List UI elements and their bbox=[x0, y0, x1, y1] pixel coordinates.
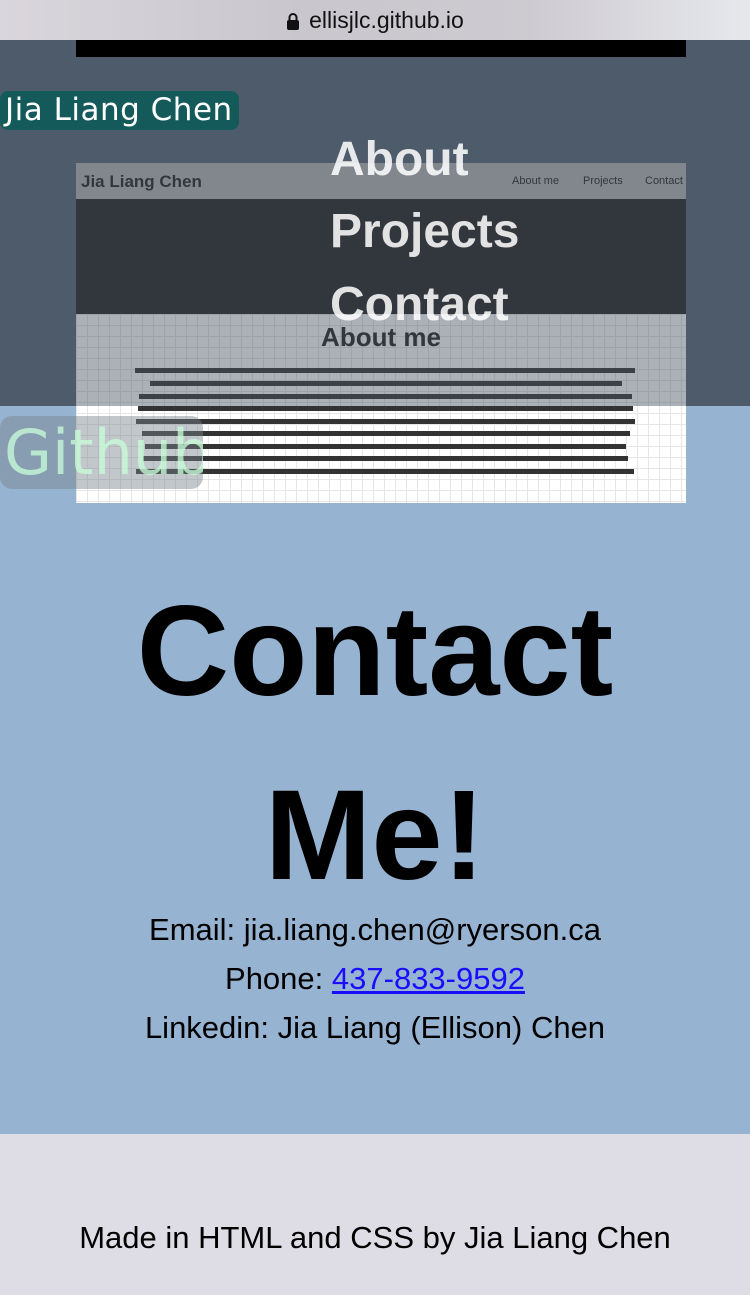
contact-info: Email: jia.liang.chen@ryerson.ca Phone: … bbox=[0, 905, 750, 1052]
preview-text-line bbox=[145, 444, 626, 449]
github-button[interactable]: Github bbox=[0, 416, 203, 489]
preview-text-line bbox=[143, 456, 628, 461]
linkedin-label: Linkedin: bbox=[144, 1010, 270, 1045]
phone-link[interactable]: 437-833-9592 bbox=[332, 961, 525, 996]
phone-label: Phone: bbox=[225, 961, 324, 996]
preview-text-line bbox=[142, 431, 630, 436]
contact-heading-line2: Me! bbox=[264, 764, 486, 907]
lock-icon bbox=[287, 12, 300, 30]
address-bar[interactable]: ellisjlc.github.io bbox=[0, 0, 750, 40]
nav-contact[interactable]: Contact bbox=[330, 281, 509, 329]
footer: Made in HTML and CSS by Jia Liang Chen bbox=[0, 1134, 750, 1295]
email-row: Email: jia.liang.chen@ryerson.ca bbox=[0, 905, 750, 954]
contact-heading: Contact Me! bbox=[0, 560, 750, 928]
linkedin-value: Jia Liang (Ellison) Chen bbox=[277, 1010, 606, 1045]
preview-text-line bbox=[136, 419, 635, 424]
preview-text-line bbox=[138, 406, 633, 411]
nav-about[interactable]: About bbox=[330, 136, 469, 184]
phone-row: Phone: 437-833-9592 bbox=[0, 954, 750, 1003]
footer-text: Made in HTML and CSS by Jia Liang Chen bbox=[79, 1220, 671, 1255]
site-brand[interactable]: Jia Liang Chen bbox=[0, 91, 239, 130]
nav-projects[interactable]: Projects bbox=[330, 208, 519, 256]
email-label: Email: bbox=[149, 912, 236, 947]
header-topbar bbox=[76, 40, 686, 57]
contact-heading-line1: Contact bbox=[136, 580, 614, 723]
preview-text-line bbox=[136, 469, 634, 474]
linkedin-row: Linkedin: Jia Liang (Ellison) Chen bbox=[0, 1003, 750, 1052]
email-value: jia.liang.chen@ryerson.ca bbox=[243, 912, 601, 947]
url-text: ellisjlc.github.io bbox=[309, 6, 464, 33]
